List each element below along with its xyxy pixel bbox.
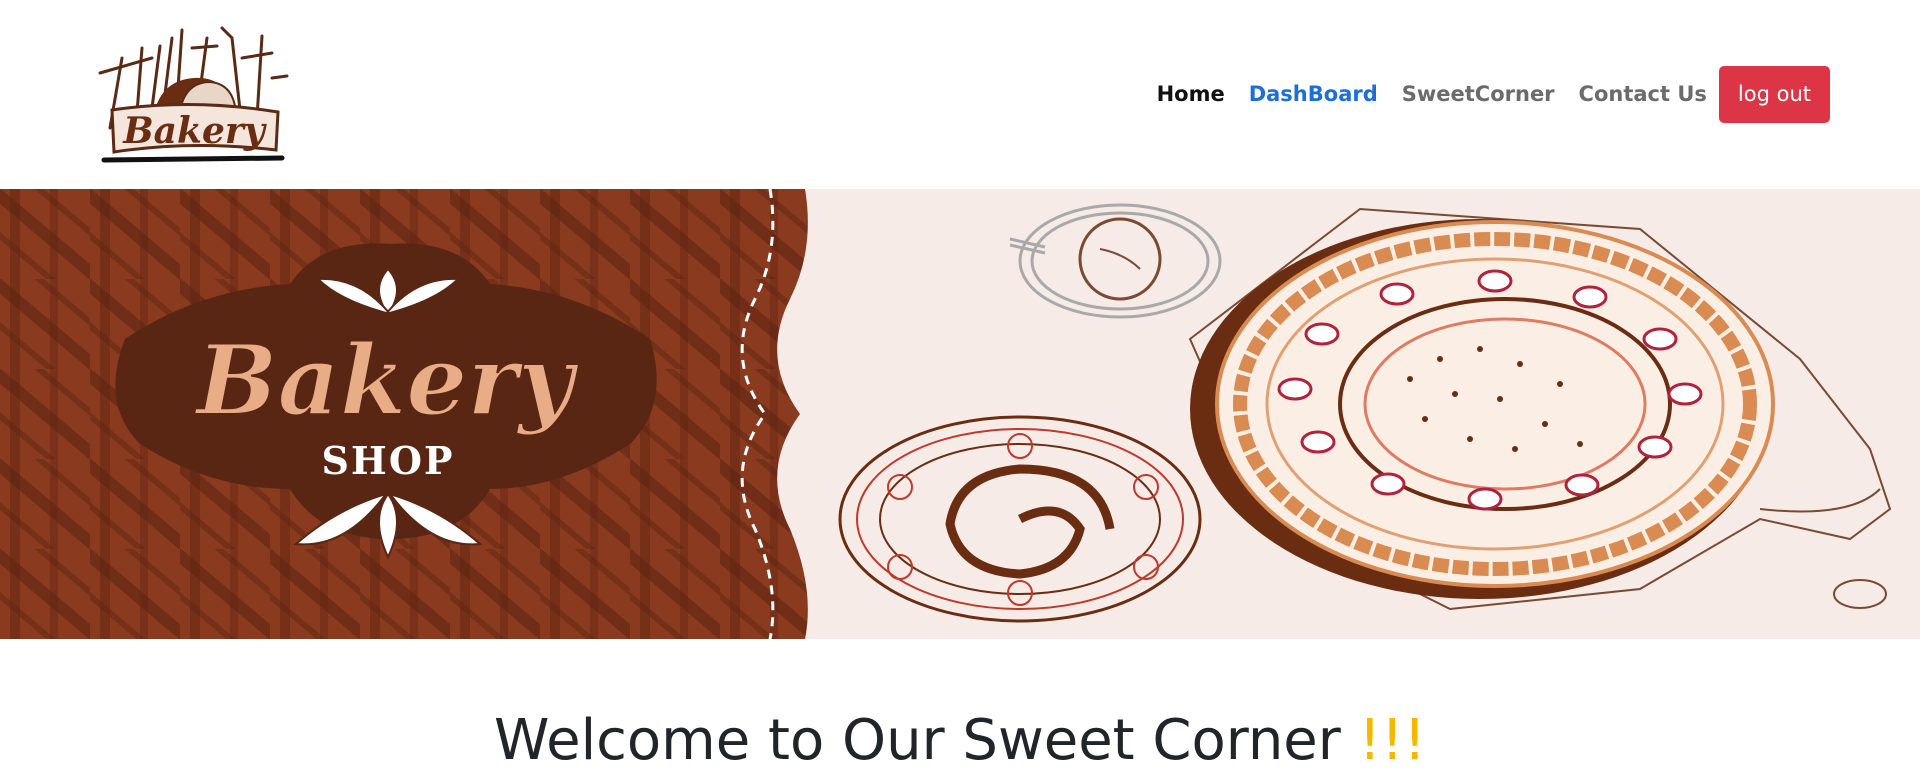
nav-dashboard[interactable]: DashBoard	[1237, 82, 1390, 106]
heading-text: Welcome to Our Sweet Corner	[494, 708, 1341, 773]
logo-text: Bakery	[122, 110, 267, 152]
nav-home[interactable]: Home	[1145, 82, 1237, 106]
brand-logo[interactable]: Bakery	[82, 18, 304, 170]
hero-banner: Bakery SHOP	[0, 189, 1920, 639]
bakery-banner-illustration: Bakery SHOP	[0, 189, 1920, 639]
banner-title: Bakery	[193, 324, 580, 437]
nav-contact[interactable]: Contact Us	[1567, 82, 1719, 106]
nav-sweetcorner[interactable]: SweetCorner	[1390, 82, 1567, 106]
heading-emphasis: !!!	[1358, 708, 1426, 773]
navbar: Bakery Home DashBoard SweetCorner Contac…	[0, 0, 1920, 189]
main-nav: Home DashBoard SweetCorner Contact Us lo…	[1145, 65, 1830, 123]
logout-button[interactable]: log out	[1718, 65, 1830, 123]
page-heading: Welcome to Our Sweet Corner !!!	[0, 710, 1920, 772]
bread-logo-icon: Bakery	[98, 26, 289, 163]
banner-subtitle: SHOP	[321, 438, 454, 483]
